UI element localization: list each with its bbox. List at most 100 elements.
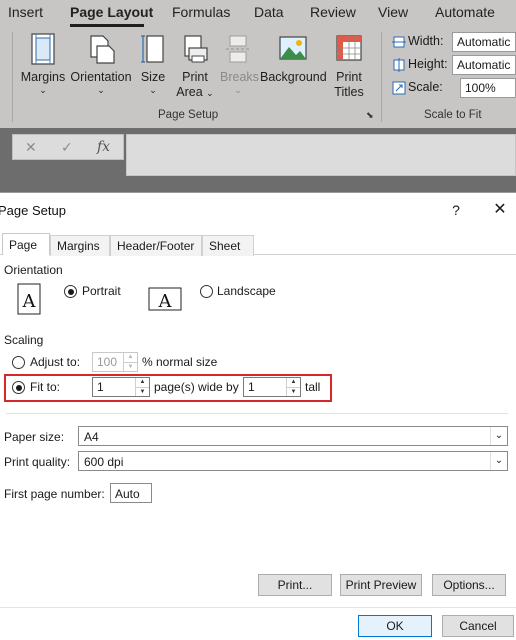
print-preview-button-label: Print Preview bbox=[345, 578, 417, 592]
dialog-title: Page Setup bbox=[0, 203, 66, 218]
margins-button[interactable]: Margins ⌄ bbox=[20, 32, 66, 95]
print-button-label: Print... bbox=[277, 578, 313, 592]
size-icon bbox=[141, 35, 164, 63]
options-button[interactable]: Options... bbox=[432, 574, 506, 596]
print-titles-label-1: Print bbox=[336, 70, 362, 84]
chevron-down-icon: ⌄ bbox=[490, 427, 507, 445]
orientation-section-label: Orientation bbox=[4, 263, 63, 277]
cancel-icon[interactable]: ✕ bbox=[25, 139, 37, 156]
breaks-icon bbox=[226, 35, 250, 63]
margins-icon bbox=[31, 33, 55, 65]
fit-wide-value: 1 bbox=[97, 380, 104, 394]
width-row: Width: Automatic bbox=[390, 32, 516, 52]
width-label: Width: bbox=[408, 34, 444, 48]
orientation-button[interactable]: Orientation ⌄ bbox=[70, 32, 132, 95]
first-page-number-value: Auto bbox=[115, 487, 140, 501]
tab-page[interactable]: Page bbox=[2, 233, 50, 255]
print-titles-button[interactable]: Print Titles bbox=[332, 32, 366, 100]
size-chevron-icon: ⌄ bbox=[149, 85, 157, 95]
height-row: Height: Automatic bbox=[390, 55, 516, 75]
scale-value: 100% bbox=[465, 81, 496, 95]
paper-size-select[interactable]: A4 ⌄ bbox=[78, 426, 508, 446]
print-quality-value: 600 dpi bbox=[84, 455, 124, 469]
tab-page-layout[interactable]: Page Layout bbox=[70, 4, 153, 20]
height-value: Automatic bbox=[457, 58, 511, 72]
print-button[interactable]: Print... bbox=[258, 574, 332, 596]
formula-bar-area: ✕ ✓ fx bbox=[0, 128, 516, 192]
print-area-label-2: Area bbox=[176, 85, 203, 99]
width-icon bbox=[392, 36, 406, 48]
tab-review[interactable]: Review bbox=[310, 4, 356, 20]
print-quality-label: Print quality: bbox=[4, 455, 71, 469]
breaks-label: Breaks bbox=[220, 70, 259, 84]
margins-chevron-icon: ⌄ bbox=[39, 85, 47, 95]
tab-margins[interactable]: Margins bbox=[50, 235, 110, 256]
scale-row: Scale: 100% bbox=[390, 78, 516, 98]
landscape-radio[interactable] bbox=[200, 285, 213, 298]
landscape-label: Landscape bbox=[217, 284, 276, 298]
fit-to-radio[interactable] bbox=[12, 381, 25, 394]
orientation-label: Orientation bbox=[70, 70, 132, 84]
scale-spinner[interactable]: 100% bbox=[460, 78, 516, 98]
adjust-to-radio[interactable] bbox=[12, 356, 25, 369]
scale-to-fit-group-label: Scale to Fit bbox=[424, 109, 482, 121]
group-separator bbox=[12, 32, 13, 122]
spin-down-icon[interactable]: ▼ bbox=[124, 362, 137, 371]
chevron-down-icon: ⌄ bbox=[490, 452, 507, 470]
ribbon: Insert Page Layout Formulas Data Review … bbox=[0, 0, 516, 128]
size-button[interactable]: Size ⌄ bbox=[138, 32, 168, 95]
tab-insert[interactable]: Insert bbox=[8, 4, 43, 20]
fit-tall-value: 1 bbox=[248, 380, 255, 394]
orientation-chevron-icon: ⌄ bbox=[97, 85, 105, 95]
adjust-to-label: Adjust to: bbox=[30, 355, 81, 369]
spin-down-icon[interactable]: ▼ bbox=[136, 387, 149, 396]
adjust-to-spinner[interactable]: 100 ▲ ▼ bbox=[92, 352, 138, 372]
enter-icon[interactable]: ✓ bbox=[61, 139, 73, 156]
active-tab-indicator bbox=[70, 24, 144, 27]
spin-up-icon[interactable]: ▲ bbox=[124, 353, 137, 362]
page-setup-group-label: Page Setup bbox=[158, 109, 219, 121]
spin-up-icon[interactable]: ▲ bbox=[287, 378, 300, 387]
scaling-section-label: Scaling bbox=[4, 333, 44, 347]
close-button[interactable]: ✕ bbox=[490, 199, 510, 221]
divider bbox=[0, 607, 516, 608]
breaks-button[interactable]: Breaks ⌄ bbox=[220, 32, 259, 95]
tab-automate[interactable]: Automate bbox=[435, 4, 495, 20]
ribbon-tabs: Insert Page Layout Formulas Data Review … bbox=[0, 0, 516, 27]
insert-function-icon[interactable]: fx bbox=[97, 139, 110, 155]
tab-header-footer[interactable]: Header/Footer bbox=[110, 235, 202, 256]
margins-label: Margins bbox=[20, 70, 66, 84]
first-page-number-input[interactable]: Auto bbox=[110, 483, 152, 503]
tab-view[interactable]: View bbox=[378, 4, 408, 20]
formula-buttons: ✕ ✓ fx bbox=[12, 134, 124, 160]
adjust-to-value: 100 bbox=[97, 355, 118, 369]
width-dropdown[interactable]: Automatic bbox=[452, 32, 516, 52]
ok-button[interactable]: OK bbox=[358, 615, 432, 637]
portrait-radio[interactable] bbox=[64, 285, 77, 298]
fit-to-label: Fit to: bbox=[30, 380, 61, 394]
help-button[interactable]: ? bbox=[446, 199, 466, 221]
print-preview-button[interactable]: Print Preview bbox=[340, 574, 422, 596]
tab-sheet[interactable]: Sheet bbox=[202, 235, 254, 256]
size-label: Size bbox=[140, 70, 166, 84]
cancel-button[interactable]: Cancel bbox=[442, 615, 514, 637]
tab-formulas[interactable]: Formulas bbox=[172, 4, 230, 20]
breaks-chevron-icon: ⌄ bbox=[234, 85, 242, 95]
height-dropdown[interactable]: Automatic bbox=[452, 55, 516, 75]
spin-up-icon[interactable]: ▲ bbox=[136, 378, 149, 387]
formula-input[interactable] bbox=[126, 134, 516, 176]
print-quality-select[interactable]: 600 dpi ⌄ bbox=[78, 451, 508, 471]
options-button-label: Options... bbox=[443, 578, 495, 592]
orientation-icon bbox=[90, 35, 115, 64]
tab-data[interactable]: Data bbox=[254, 4, 284, 20]
landscape-page-icon: A bbox=[148, 285, 182, 313]
page-setup-launcher-icon[interactable]: ⬊ bbox=[366, 110, 374, 121]
page-setup-dialog: Page Setup ? ✕ Page Margins Header/Foote… bbox=[0, 192, 516, 640]
fit-wide-spinner[interactable]: 1 ▲ ▼ bbox=[92, 377, 150, 397]
fit-tall-suffix: tall bbox=[305, 380, 321, 394]
fit-tall-spinner[interactable]: 1 ▲ ▼ bbox=[243, 377, 301, 397]
background-button[interactable]: Background bbox=[260, 32, 327, 85]
height-label: Height: bbox=[408, 57, 448, 71]
print-area-button[interactable]: Print Area ⌄ bbox=[176, 32, 214, 101]
spin-down-icon[interactable]: ▼ bbox=[287, 387, 300, 396]
